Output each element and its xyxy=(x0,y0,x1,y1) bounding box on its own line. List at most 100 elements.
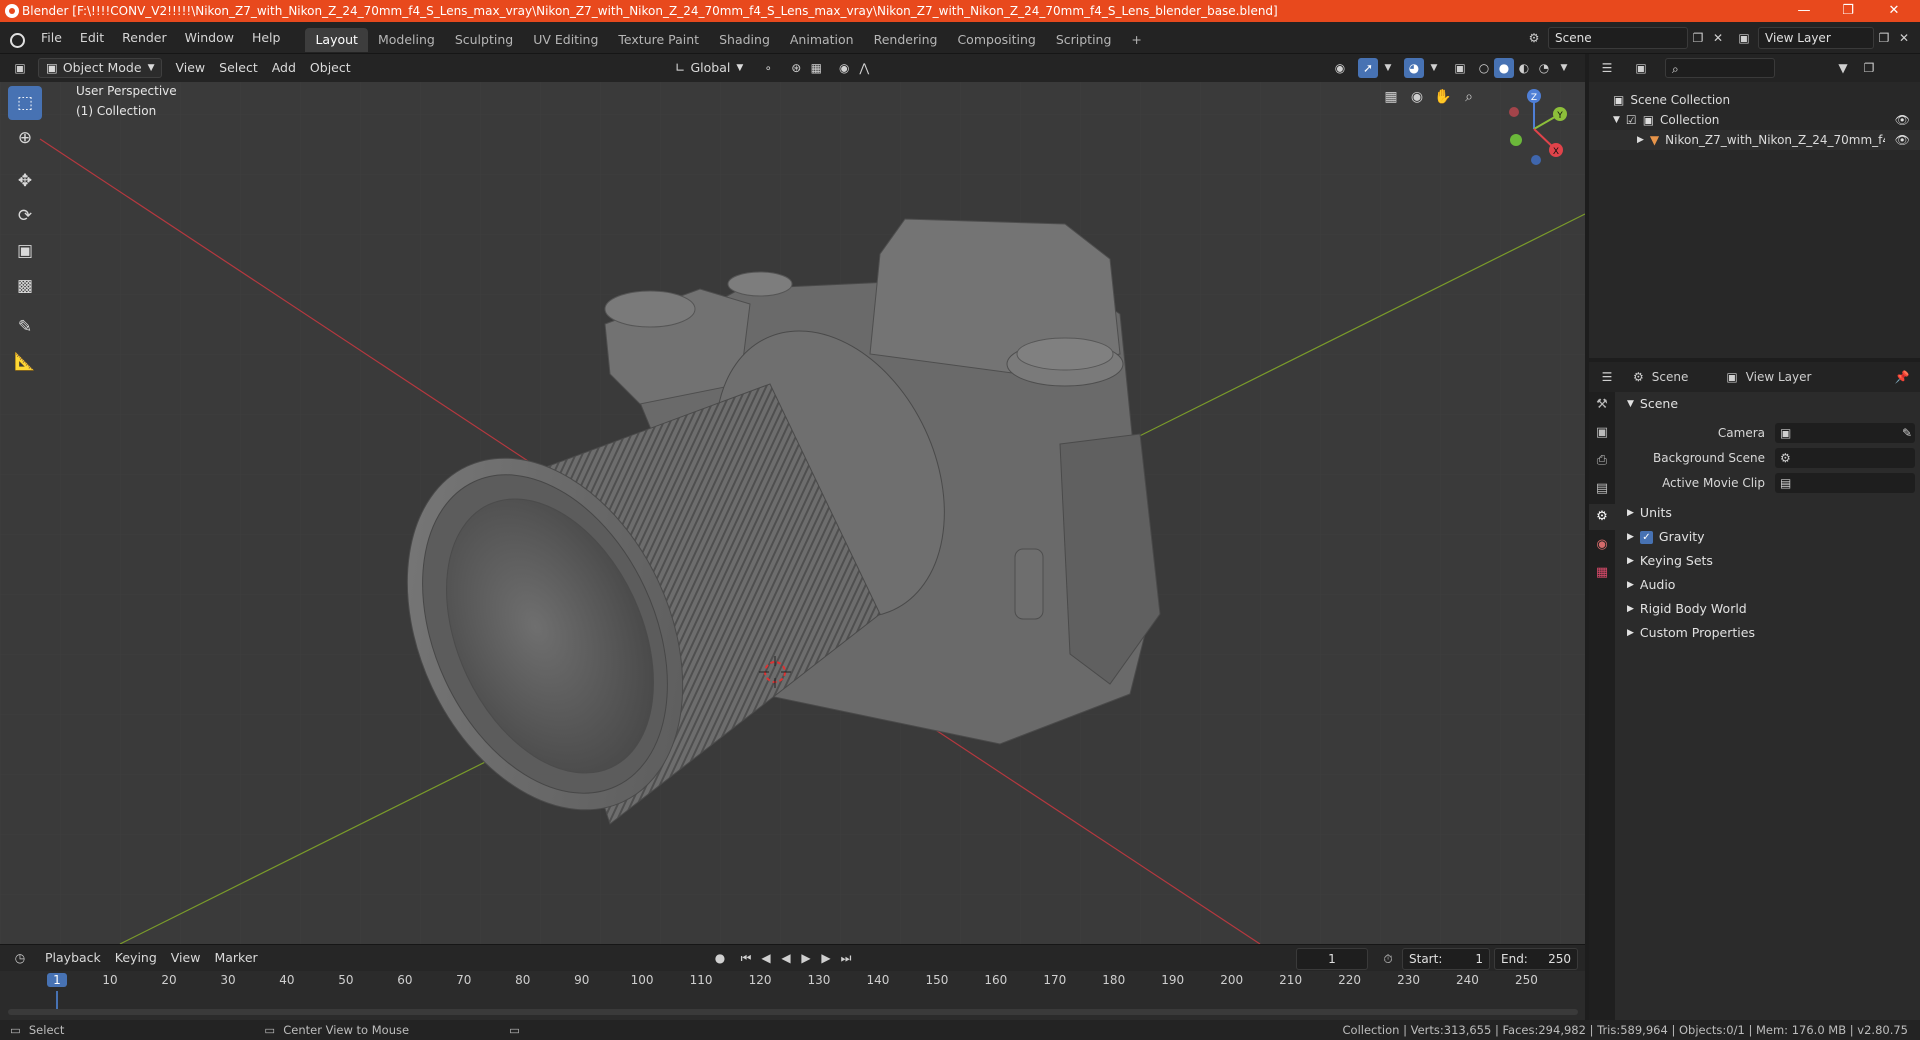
new-scene-icon[interactable]: ❐ xyxy=(1688,28,1708,48)
outliner-editor-type-icon[interactable]: ☰ xyxy=(1597,58,1617,78)
active-movie-clip-field[interactable]: ▤ xyxy=(1775,472,1915,493)
properties-editor-type-icon[interactable]: ☰ xyxy=(1597,367,1617,387)
render-tab-icon[interactable]: ▣ xyxy=(1589,420,1615,446)
visibility-icon[interactable]: ◉ xyxy=(1330,58,1350,78)
scene-panel-header[interactable]: ▼ Scene xyxy=(1615,392,1920,416)
viewport-menu-add[interactable]: Add xyxy=(265,58,303,78)
gravity-checkbox[interactable]: ✓ xyxy=(1639,530,1653,544)
tool-tab-icon[interactable]: ⚒ xyxy=(1589,392,1615,418)
view-layer-tab-icon[interactable]: ▤ xyxy=(1589,476,1615,502)
menu-edit[interactable]: Edit xyxy=(71,22,113,54)
pivot-point-icon[interactable]: ∘ xyxy=(758,58,778,78)
outliner-search-input[interactable]: ⌕ xyxy=(1665,58,1775,78)
eyedropper-icon[interactable]: ✎ xyxy=(1902,426,1912,440)
close-window-button[interactable]: ✕ xyxy=(1872,0,1916,22)
timeline-menu-keying[interactable]: Keying xyxy=(108,948,164,968)
camera-field[interactable]: ▣ ✎ xyxy=(1775,422,1915,443)
toggle-grid-icon[interactable]: ▦ xyxy=(1378,84,1404,110)
gravity-panel-header[interactable]: ▶ ✓ Gravity xyxy=(1615,525,1920,549)
tab-rendering[interactable]: Rendering xyxy=(864,28,948,52)
pan-hand-icon[interactable]: ✋ xyxy=(1430,84,1456,110)
expand-arrow-icon[interactable]: ▶ xyxy=(1637,130,1644,150)
new-collection-icon[interactable]: ❐ xyxy=(1859,58,1879,78)
rendered-shading-icon[interactable]: ◔ xyxy=(1534,58,1554,78)
menu-help[interactable]: Help xyxy=(243,22,290,54)
zoom-icon[interactable]: ⌕ xyxy=(1456,84,1482,110)
proportional-edit-icon[interactable]: ◉ xyxy=(834,58,854,78)
axis-gizmo[interactable]: Z Y X xyxy=(1494,84,1574,174)
stopwatch-icon[interactable]: ⏱ xyxy=(1378,949,1398,969)
menu-file[interactable]: File xyxy=(32,22,71,54)
blender-menu-icon[interactable] xyxy=(8,30,25,48)
tab-texture-paint[interactable]: Texture Paint xyxy=(608,28,709,52)
viewport-menu-select[interactable]: Select xyxy=(212,58,265,78)
custom-properties-panel-header[interactable]: ▶ Custom Properties xyxy=(1615,621,1920,645)
snap-target-icon[interactable]: ▦ xyxy=(806,58,826,78)
gizmo-toggle-icon[interactable]: ➚ xyxy=(1358,58,1378,78)
eye-icon[interactable]: 👁 xyxy=(1895,110,1910,130)
viewport-menu-object[interactable]: Object xyxy=(303,58,358,78)
rotate-tool-icon[interactable]: ⟳ xyxy=(8,199,42,233)
eye-icon[interactable]: 👁 xyxy=(1895,130,1910,150)
timeline-menu-playback[interactable]: Playback xyxy=(38,948,108,968)
jump-start-icon[interactable]: ⏮ xyxy=(736,948,756,968)
restore-button[interactable]: ❐ xyxy=(1826,0,1870,22)
playhead-line[interactable] xyxy=(56,991,58,1011)
play-icon[interactable]: ▶ xyxy=(796,948,816,968)
transform-tool-icon[interactable]: ▩ xyxy=(8,269,42,303)
texture-tab-icon[interactable]: ▦ xyxy=(1589,560,1615,586)
camera-view-icon[interactable]: ◉ xyxy=(1404,84,1430,110)
snap-icon[interactable]: ⊛ xyxy=(786,58,806,78)
units-panel-header[interactable]: ▶ Units xyxy=(1615,501,1920,525)
select-box-tool-icon[interactable]: ⬚ xyxy=(8,86,42,120)
record-icon[interactable]: ● xyxy=(710,948,730,968)
jump-end-icon[interactable]: ⏭ xyxy=(836,948,856,968)
mode-dropdown[interactable]: ▣ Object Mode ▼ xyxy=(38,58,163,78)
new-view-layer-icon[interactable]: ❐ xyxy=(1874,28,1894,48)
timeline-editor-type-icon[interactable]: ◷ xyxy=(10,948,30,968)
overlays-dropdown-icon[interactable]: ▼ xyxy=(1424,58,1444,78)
outliner-item-scene-collection[interactable]: ▣ Scene Collection xyxy=(1589,90,1920,110)
material-shading-icon[interactable]: ◐ xyxy=(1514,58,1534,78)
menu-window[interactable]: Window xyxy=(176,22,243,54)
minimize-button[interactable]: — xyxy=(1782,0,1826,22)
tab-shading[interactable]: Shading xyxy=(709,28,780,52)
timeline-menu-view[interactable]: View xyxy=(164,948,208,968)
outliner-item-collection[interactable]: ▼ ☑ ▣ Collection 👁 xyxy=(1589,110,1920,130)
tab-modeling[interactable]: Modeling xyxy=(368,28,445,52)
filter-icon[interactable]: ▼ xyxy=(1833,58,1853,78)
tab-scripting[interactable]: Scripting xyxy=(1046,28,1122,52)
view-layer-selector-icon[interactable]: ▣ xyxy=(1734,28,1754,48)
frame-ruler[interactable]: 1 10 20 30 40 50 60 70 80 90 100 110 120 130 140 150 160… xyxy=(0,973,1585,1011)
add-workspace-button[interactable]: + xyxy=(1121,28,1151,52)
checkbox-icon[interactable]: ☑ xyxy=(1626,110,1637,130)
scale-tool-icon[interactable]: ▣ xyxy=(8,234,42,268)
delete-scene-icon[interactable]: ✕ xyxy=(1708,28,1728,48)
editor-type-icon[interactable]: ▣ xyxy=(10,58,30,78)
keying-sets-panel-header[interactable]: ▶ Keying Sets xyxy=(1615,549,1920,573)
current-frame-field[interactable]: 1 xyxy=(1296,948,1368,970)
tab-layout[interactable]: Layout xyxy=(305,27,368,52)
viewport-menu-view[interactable]: View xyxy=(168,58,212,78)
annotate-tool-icon[interactable]: ✎ xyxy=(8,310,42,344)
gizmo-dropdown-icon[interactable]: ▼ xyxy=(1378,58,1398,78)
measure-tool-icon[interactable]: 📐 xyxy=(8,345,42,379)
pin-icon[interactable]: 📌 xyxy=(1892,367,1912,387)
scene-field[interactable]: Scene xyxy=(1548,27,1688,49)
audio-panel-header[interactable]: ▶ Audio xyxy=(1615,573,1920,597)
scene-selector-icon[interactable]: ⚙ xyxy=(1524,28,1544,48)
rigid-body-world-panel-header[interactable]: ▶ Rigid Body World xyxy=(1615,597,1920,621)
expand-arrow-icon[interactable]: ▼ xyxy=(1613,110,1620,130)
timeline-menu-marker[interactable]: Marker xyxy=(207,948,264,968)
delete-view-layer-icon[interactable]: ✕ xyxy=(1894,28,1914,48)
move-tool-icon[interactable]: ✥ xyxy=(8,164,42,198)
solid-shading-icon[interactable]: ● xyxy=(1494,58,1514,78)
output-tab-icon[interactable]: ⎙ xyxy=(1589,448,1615,474)
falloff-icon[interactable]: ⋀ xyxy=(854,58,874,78)
tab-uv-editing[interactable]: UV Editing xyxy=(523,28,608,52)
scene-tab-icon[interactable]: ⚙ xyxy=(1589,504,1615,530)
transform-orientation-dropdown[interactable]: ∟ Global ▼ xyxy=(668,58,750,78)
prev-keyframe-icon[interactable]: ◀ xyxy=(756,948,776,968)
end-frame-field[interactable]: End: 250 xyxy=(1494,948,1578,970)
background-scene-field[interactable]: ⚙ xyxy=(1775,447,1915,468)
